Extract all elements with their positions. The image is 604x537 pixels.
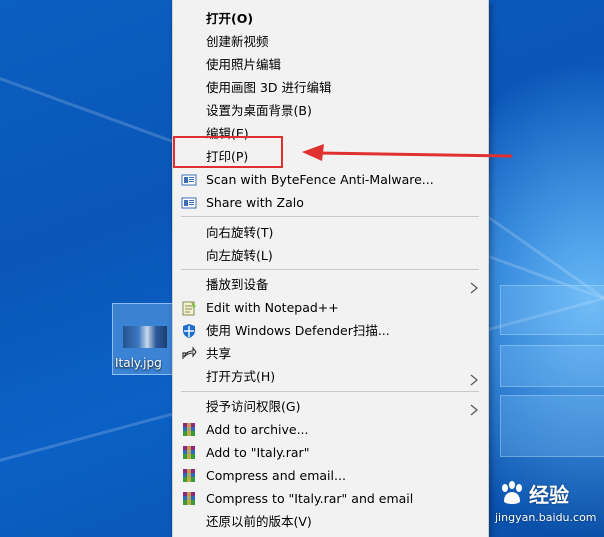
menu-separator [181,391,479,392]
menu-item-label: 打开(O) [206,11,254,26]
menu-item-label: 共享 [206,346,232,361]
windows-defender-icon [181,323,197,339]
menu-item-create-video[interactable]: 创建新视频 [173,30,488,53]
menu-item-label: 使用照片编辑 [206,57,282,72]
context-menu: 打开(O) 创建新视频 使用照片编辑 使用画图 3D 进行编辑 设置为桌面背景(… [172,0,489,537]
annotation-highlight-box [173,136,283,168]
share-icon [181,346,197,362]
menu-item-label: Share with Zalo [206,195,304,210]
menu-item-rotate-right[interactable]: 向右旋转(T) [173,221,488,244]
baidu-paw-logo-icon [502,481,522,504]
menu-item-add-to-italy-rar[interactable]: Add to "Italy.rar" [173,441,488,464]
menu-item-label: 向右旋转(T) [206,225,274,240]
menu-item-label: 播放到设备 [206,277,269,292]
file-icon-italy-jpg[interactable]: Italy.jpg [112,303,176,375]
menu-item-label: 向左旋转(L) [206,248,273,263]
menu-item-label: Add to "Italy.rar" [206,445,310,460]
menu-item-scan-defender[interactable]: 使用 Windows Defender扫描... [173,319,488,342]
menu-item-label: Scan with ByteFence Anti-Malware... [206,172,434,187]
image-thumbnail [123,326,167,348]
wallpaper-window-pane [500,345,604,387]
menu-item-share[interactable]: 共享 [173,342,488,365]
zalo-icon [181,195,197,211]
menu-item-label: Compress and email... [206,468,346,483]
wallpaper-window-pane [500,285,604,335]
annotation-arrow-icon [302,144,513,161]
winrar-icon [181,468,197,484]
menu-item-open[interactable]: 打开(O) [173,7,488,30]
menu-item-share-zalo[interactable]: Share with Zalo [173,191,488,214]
menu-item-label: Edit with Notepad++ [206,300,339,315]
menu-item-label: 使用画图 3D 进行编辑 [206,80,332,95]
menu-item-restore-previous-versions[interactable]: 还原以前的版本(V) [173,510,488,533]
notepadpp-icon [181,300,197,316]
menu-item-label: 授予访问权限(G) [206,399,301,414]
menu-item-label: 打开方式(H) [206,369,276,384]
menu-item-label: 还原以前的版本(V) [206,514,312,529]
watermark-url: jingyan.baidu.com [495,511,597,524]
menu-item-add-to-archive[interactable]: Add to archive... [173,418,488,441]
menu-item-open-with[interactable]: 打开方式(H) [173,365,488,388]
menu-separator [181,216,479,217]
watermark-brand: 经验 [529,483,569,507]
file-icon-label: Italy.jpg [115,356,162,370]
winrar-icon [181,491,197,507]
menu-item-edit-with-photos[interactable]: 使用照片编辑 [173,53,488,76]
menu-item-label: 创建新视频 [206,34,269,49]
menu-separator [181,269,479,270]
winrar-icon [181,445,197,461]
menu-item-label: 设置为桌面背景(B) [206,103,312,118]
baidu-jingyan-watermark: 经验 jingyan.baidu.com [495,473,600,533]
menu-item-label: 使用 Windows Defender扫描... [206,323,390,338]
menu-item-cast-to-device[interactable]: 播放到设备 [173,273,488,296]
menu-item-give-access[interactable]: 授予访问权限(G) [173,395,488,418]
menu-item-label: Add to archive... [206,422,309,437]
menu-item-edit-with-paint3d[interactable]: 使用画图 3D 进行编辑 [173,76,488,99]
chevron-right-icon [470,278,478,294]
menu-item-compress-to-italy-rar-and-email[interactable]: Compress to "Italy.rar" and email [173,487,488,510]
chevron-right-icon [470,400,478,416]
wallpaper-window-pane [500,395,604,457]
menu-item-set-desktop-background[interactable]: 设置为桌面背景(B) [173,99,488,122]
menu-item-compress-and-email[interactable]: Compress and email... [173,464,488,487]
menu-item-rotate-left[interactable]: 向左旋转(L) [173,244,488,267]
winrar-icon [181,422,197,438]
menu-item-scan-bytefence[interactable]: Scan with ByteFence Anti-Malware... [173,168,488,191]
menu-item-label: Compress to "Italy.rar" and email [206,491,414,506]
menu-item-edit-notepadpp[interactable]: Edit with Notepad++ [173,296,488,319]
bytefence-icon [181,172,197,188]
chevron-right-icon [470,370,478,386]
